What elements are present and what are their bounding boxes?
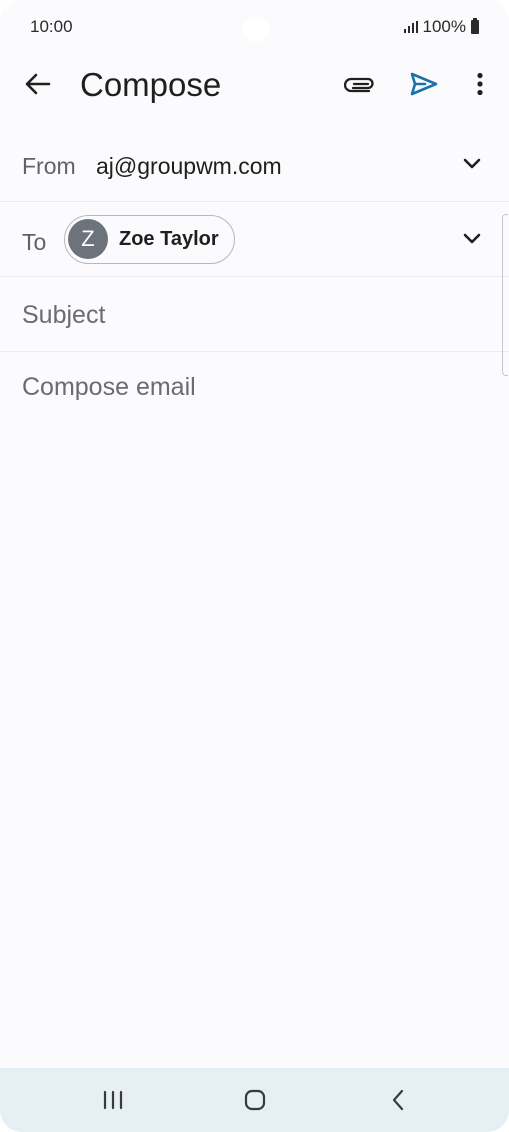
to-label: To [22, 229, 47, 255]
status-bar: 10:00 100% [0, 0, 509, 42]
from-label: From [22, 153, 76, 179]
compose-body-input[interactable]: Compose email [22, 373, 196, 402]
send-button[interactable] [402, 64, 446, 104]
chevron-down-icon [463, 233, 481, 244]
recents-icon [103, 1090, 123, 1110]
phone-screen: 10:00 100% Compose From aj@groupwm.com T… [0, 0, 509, 1132]
page-title: Compose [80, 66, 222, 103]
system-nav-bar [0, 1068, 509, 1132]
chevron-down-icon [463, 158, 481, 169]
camera-cutout [243, 16, 269, 42]
battery-percent: 100% [422, 17, 466, 36]
back-icon [392, 1089, 404, 1111]
status-indicators: 100% [403, 17, 479, 37]
to-row: To Z Zoe Taylor [0, 202, 509, 277]
send-icon [410, 72, 438, 96]
scrollbar[interactable] [502, 214, 508, 376]
recipient-chip[interactable]: Z Zoe Taylor [64, 215, 235, 264]
home-button[interactable] [235, 1084, 275, 1116]
more-vert-icon [477, 72, 483, 96]
recipient-name: Zoe Taylor [119, 228, 219, 250]
home-icon [244, 1089, 266, 1111]
paperclip-icon [344, 77, 374, 93]
recents-button[interactable] [93, 1084, 133, 1116]
attach-button[interactable] [338, 64, 382, 104]
subject-row: Subject [0, 277, 509, 352]
from-expand-button[interactable] [460, 152, 484, 176]
battery-icon [471, 18, 479, 34]
signal-icon [403, 21, 418, 33]
avatar: Z [68, 219, 108, 259]
from-account[interactable]: aj@groupwm.com [96, 153, 282, 180]
to-expand-button[interactable] [460, 227, 484, 251]
status-time: 10:00 [30, 17, 73, 36]
app-bar: Compose [0, 44, 509, 124]
subject-input[interactable]: Subject [22, 301, 105, 330]
back-button[interactable] [18, 64, 58, 104]
back-arrow-icon [25, 73, 51, 95]
nav-back-button[interactable] [378, 1084, 418, 1116]
from-row: From aj@groupwm.com [0, 127, 509, 202]
more-options-button[interactable] [462, 64, 498, 104]
